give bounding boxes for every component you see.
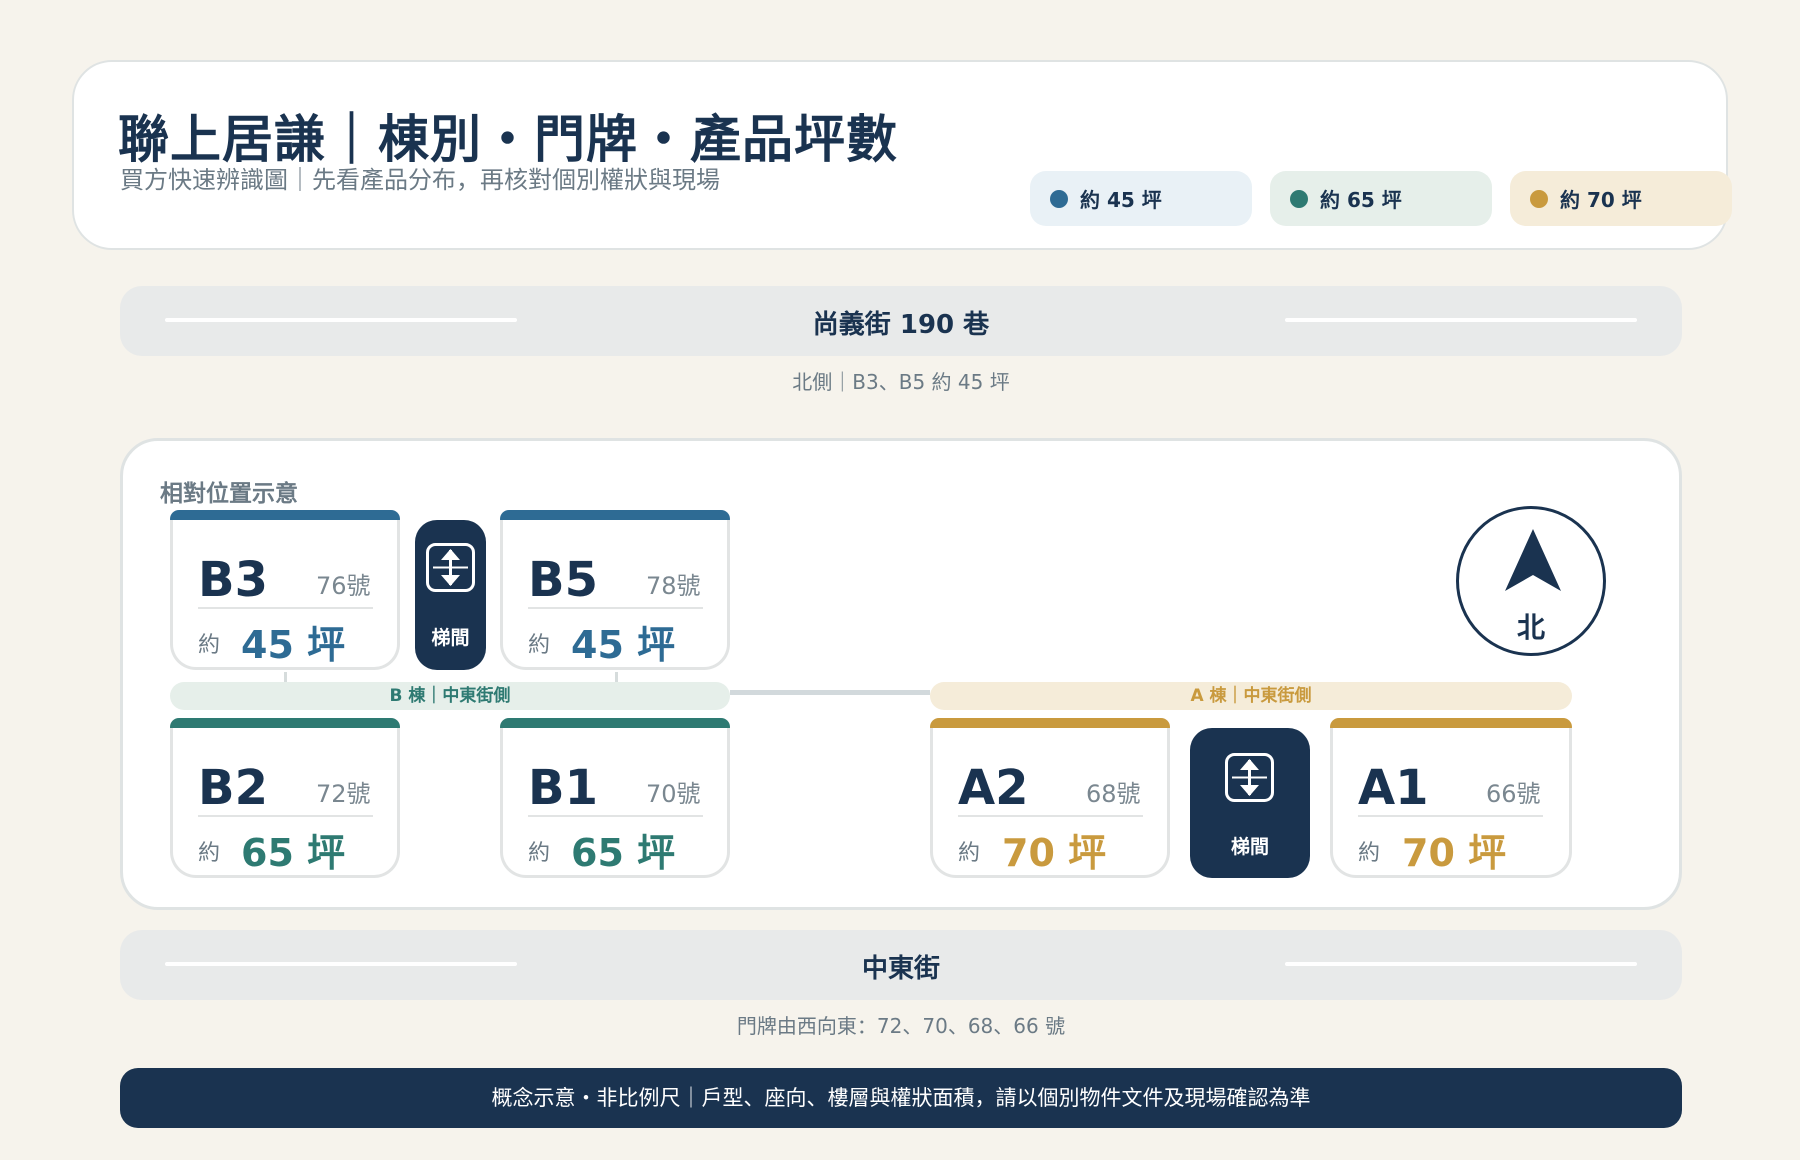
unit-approx: 約 <box>958 841 981 866</box>
unit-number: 68號 <box>1086 780 1141 808</box>
north-label: 北 <box>1516 611 1545 644</box>
unit-code: A2 <box>958 760 1029 816</box>
unit-code: B2 <box>198 760 268 816</box>
legend-label: 約 70 坪 <box>1560 188 1642 212</box>
unit-number: 76號 <box>316 572 371 600</box>
stairwell-a: 梯間 <box>1190 728 1310 878</box>
legend-dot-teal-icon <box>1290 189 1308 208</box>
unit-size: 65 坪 <box>571 831 676 875</box>
unit-code: A1 <box>1358 760 1429 816</box>
unit-number: 72號 <box>316 780 371 808</box>
north-street-name: 尚義街 190 巷 <box>812 310 990 340</box>
connector-a-b <box>730 690 930 695</box>
legend-item-45: 約 45 坪 <box>1030 171 1252 226</box>
stairwell-b: 梯間 <box>415 520 486 670</box>
unit-size: 45 坪 <box>241 623 346 667</box>
unit-code: B3 <box>198 552 268 608</box>
unit-approx: 約 <box>528 841 551 866</box>
unit-approx: 約 <box>528 633 551 658</box>
disclaimer-banner: 概念示意・非比例尺｜戶型、座向、樓層與權狀面積，請以個別物件文件及現場確認為準 <box>120 1068 1682 1128</box>
unit-divider <box>198 607 373 609</box>
elevator-icon <box>426 543 475 592</box>
unit-divider <box>1358 815 1543 817</box>
legend-dot-gold-icon <box>1530 189 1548 208</box>
stairwell-label: 梯間 <box>431 627 470 649</box>
stairwell-label: 梯間 <box>1230 836 1269 858</box>
unit-size: 65 坪 <box>241 831 346 875</box>
unit-approx: 約 <box>198 633 221 658</box>
unit-code: B1 <box>528 760 598 816</box>
south-street-name: 中東街 <box>861 954 940 984</box>
south-street-note: 門牌由西向東：72、70、68、66 號 <box>736 1014 1066 1038</box>
page-subtitle: 買方快速辨識圖｜先看產品分布，再核對個別權狀與現場 <box>120 166 720 194</box>
unit-divider <box>528 815 703 817</box>
north-street-note: 北側｜B3、B5 約 45 坪 <box>792 370 1010 394</box>
unit-size: 70 坪 <box>1002 831 1107 875</box>
unit-number: 78號 <box>646 572 701 600</box>
elevator-icon <box>1225 753 1274 802</box>
legend-dot-blue-icon <box>1050 189 1068 208</box>
legend-label: 約 65 坪 <box>1320 188 1402 212</box>
band-building-a: A 棟｜中東街側 <box>930 682 1572 710</box>
unit-approx: 約 <box>198 841 221 866</box>
unit-divider <box>958 815 1143 817</box>
unit-number: 66號 <box>1486 780 1541 808</box>
unit-size: 45 坪 <box>571 623 676 667</box>
unit-number: 70號 <box>646 780 701 808</box>
unit-code: B5 <box>528 552 598 608</box>
unit-divider <box>198 815 373 817</box>
map-caption: 相對位置示意 <box>160 481 298 507</box>
unit-approx: 約 <box>1358 841 1381 866</box>
legend-item-65: 約 65 坪 <box>1270 171 1492 226</box>
unit-size: 70 坪 <box>1402 831 1507 875</box>
legend-item-70: 約 70 坪 <box>1510 171 1732 226</box>
north-arrow-icon <box>1505 529 1561 591</box>
unit-divider <box>528 607 703 609</box>
band-building-b: B 棟｜中東街側 <box>170 682 730 710</box>
legend-label: 約 45 坪 <box>1080 188 1162 212</box>
